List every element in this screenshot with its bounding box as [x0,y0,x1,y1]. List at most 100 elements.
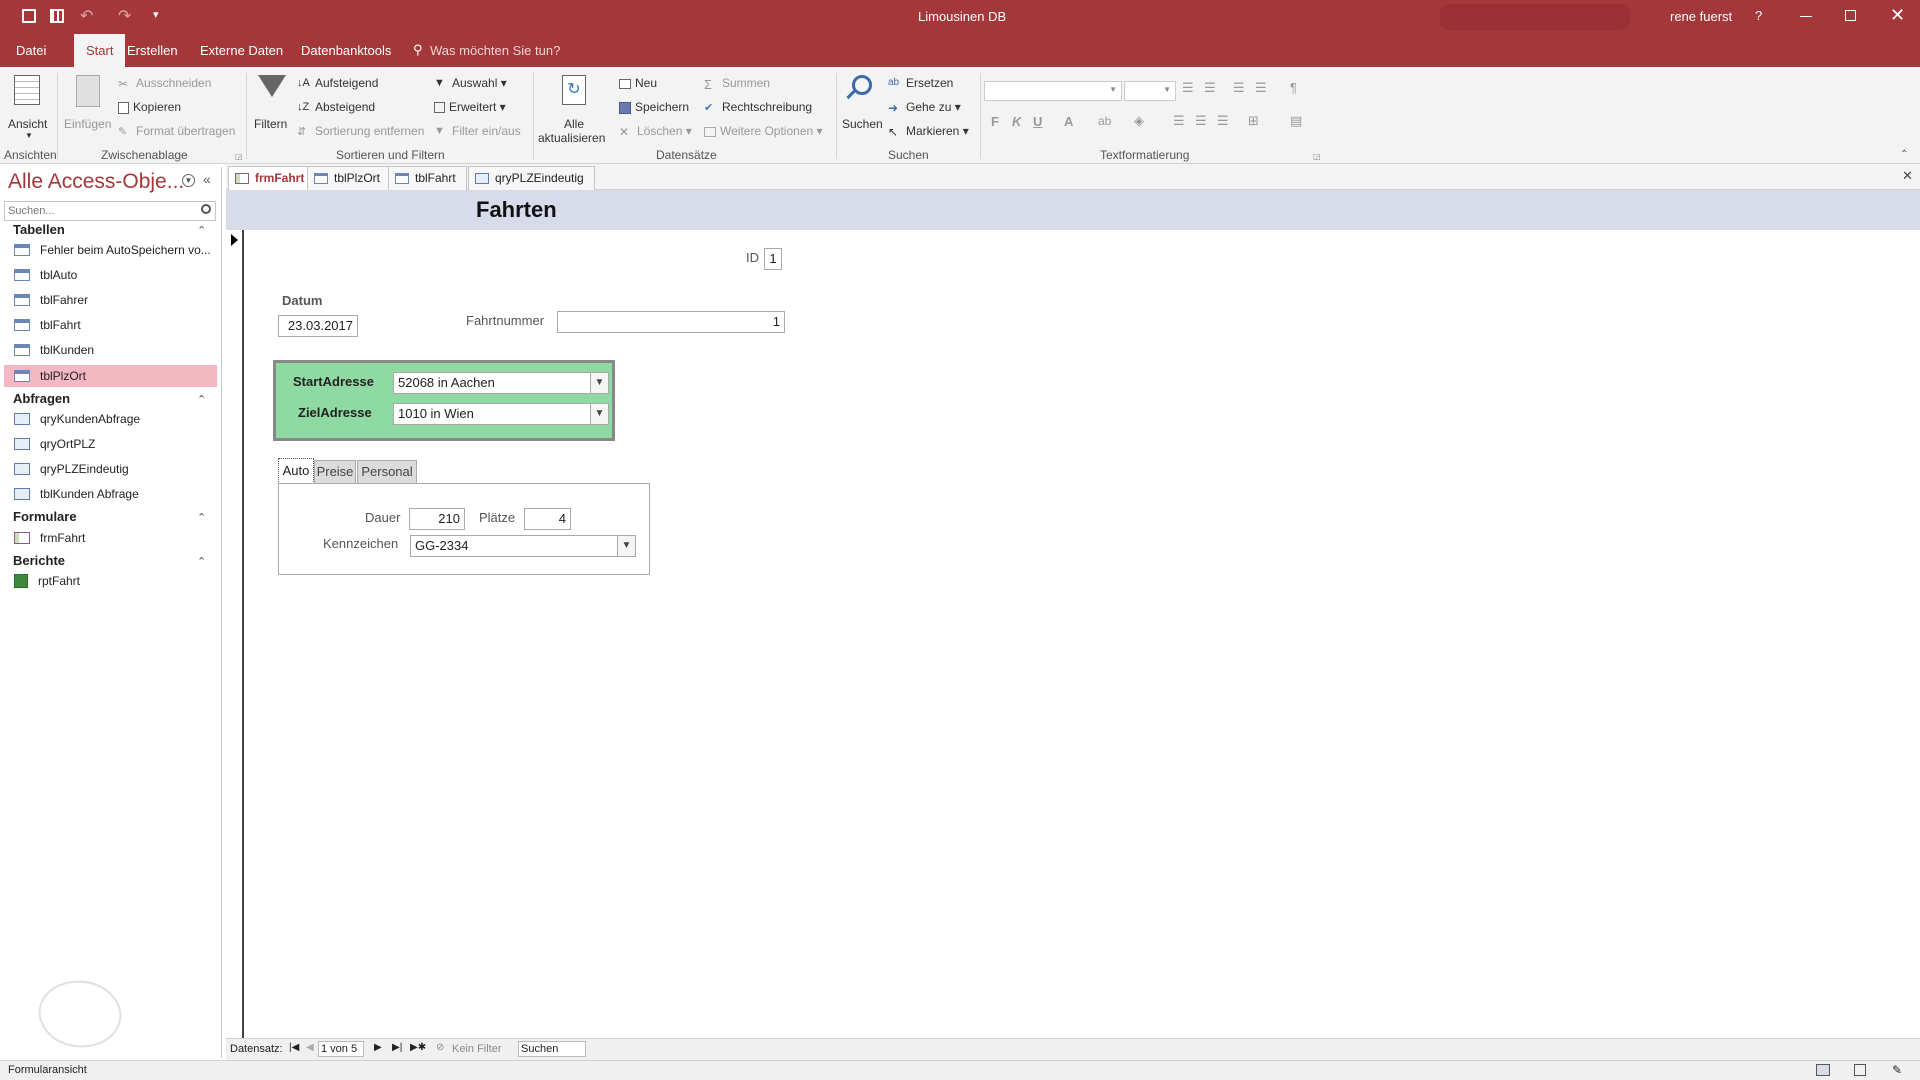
erweitert-button[interactable]: Erweitert ▾ [434,100,506,114]
markieren-button[interactable]: ↖ Markieren ▾ [888,124,969,139]
auswahl-button[interactable]: ▼ Auswahl ▾ [434,76,507,91]
help-icon[interactable]: ? [1755,8,1762,23]
chevron-down-icon[interactable]: ▼ [590,373,608,393]
rechtschreibung-button[interactable]: ✔ Rechtschreibung [704,100,812,115]
nav-item-qryortplz[interactable]: qryOrtPLZ [14,433,95,455]
collapse-ribbon-icon[interactable]: ⌃ [1900,149,1908,160]
doctab-tblplzort[interactable]: tblPlzOrt [307,166,392,190]
doctab-tblfahrt[interactable]: tblFahrt [388,166,467,190]
customize-qat-icon[interactable]: ▾ [153,8,159,21]
next-record-icon[interactable]: ▶ [374,1042,382,1053]
zieladresse-combo[interactable]: 1010 in Wien ▼ [393,403,609,425]
gehe-zu-button[interactable]: ➜ Gehe zu ▾ [888,100,961,115]
grid-icon[interactable] [50,9,64,23]
prev-record-icon[interactable]: ◀ [306,1042,314,1053]
nav-search-box[interactable] [4,201,216,221]
nav-section-berichte[interactable]: Berichte [13,553,65,568]
align-center-icon[interactable]: ☰ [1195,113,1207,129]
collapse-icon[interactable]: ⌃ [197,224,206,237]
form-view-icon[interactable] [1816,1064,1830,1076]
record-position-input[interactable]: 1 von 5 [318,1041,364,1057]
chevron-down-icon[interactable]: ▼ [590,404,608,424]
undo-icon[interactable]: ↶ [80,6,93,26]
tab-preise[interactable]: Preise [314,460,356,484]
doctab-frmfahrt[interactable]: frmFahrt [228,166,316,190]
nav-item-rptfahrt[interactable]: rptFahrt [14,570,80,592]
nav-item-fehler[interactable]: Fehler beim AutoSpeichern vo... [14,239,211,261]
dialog-launcher-icon[interactable]: ◲ [235,152,243,161]
search-icon[interactable] [201,204,211,214]
nav-menu-icon[interactable]: ▼ [182,174,195,187]
nav-item-qryplzeindeutig[interactable]: qryPLZEindeutig [14,458,129,480]
nav-item-tblplzort[interactable]: tblPlzOrt [14,365,86,387]
nav-item-tblauto[interactable]: tblAuto [14,264,77,286]
layout-view-icon[interactable] [1854,1064,1866,1076]
plaetze-field[interactable]: 4 [524,508,571,530]
nav-section-tabellen[interactable]: Tabellen [13,222,65,237]
nav-item-tblkunden-abfrage[interactable]: tblKunden Abfrage [14,483,139,505]
new-record-icon[interactable]: ▶✱ [410,1042,426,1053]
loeschen-button[interactable]: ✕ Löschen ▾ [619,124,692,139]
font-color-button[interactable]: A [1064,114,1073,129]
nav-title[interactable]: Alle Access-Obje... [8,170,184,194]
user-name[interactable]: rene fuerst [1670,9,1732,24]
dialog-launcher-icon[interactable]: ◲ [1313,152,1321,161]
record-search-input[interactable]: Suchen [518,1041,586,1057]
chevron-down-icon[interactable]: ▼ [617,536,635,556]
tell-me-input[interactable]: Was möchten Sie tun? [430,43,560,58]
first-record-icon[interactable]: |◀ [289,1042,299,1053]
alle-aktualisieren-button[interactable]: ↻ Alle aktualisieren [538,73,610,147]
kennzeichen-combo[interactable]: GG-2334 ▼ [410,535,636,557]
filter-ein-aus-button[interactable]: ▼ Filter ein/aus [434,124,521,139]
tab-externe-daten[interactable]: Externe Daten [200,43,283,58]
last-record-icon[interactable]: ▶| [392,1042,402,1053]
tab-datei[interactable]: Datei [16,43,46,58]
restore-icon[interactable] [1845,10,1856,21]
filter-status[interactable]: Kein Filter [452,1043,502,1055]
suchen-button[interactable]: Suchen [840,73,884,143]
weitere-optionen-button[interactable]: Weitere Optionen ▾ [704,124,823,138]
neu-button[interactable]: Neu [619,76,657,90]
gridlines-icon[interactable]: ⊞ [1248,113,1259,129]
alternate-row-icon[interactable]: ▤ [1290,113,1302,129]
align-right-icon[interactable]: ☰ [1217,113,1229,129]
paragraph-icon[interactable]: ¶ [1290,80,1297,95]
search-input[interactable] [5,202,185,220]
redo-icon[interactable]: ↷ [118,6,131,26]
tab-auto[interactable]: Auto [278,458,314,484]
numbering-icon[interactable]: ☰ [1204,80,1216,96]
fill-color-icon[interactable]: ◈ [1134,113,1144,129]
ansicht-button[interactable]: Ansicht ▼ [6,73,50,143]
format-uebertragen-button[interactable]: ✎ Format übertragen [118,124,235,139]
underline-button[interactable]: U [1033,114,1042,129]
highlight-icon[interactable]: ab [1098,114,1111,128]
tab-datenbanktools[interactable]: Datenbanktools [301,43,391,58]
nav-item-tblfahrer[interactable]: tblFahrer [14,289,88,311]
tab-erstellen[interactable]: Erstellen [127,43,178,58]
fahrtnummer-field[interactable]: 1 [557,311,785,333]
sortierung-entfernen-button[interactable]: ⇵ Sortierung entfernen [297,124,424,139]
filtern-button[interactable]: Filtern [252,73,292,143]
startadresse-combo[interactable]: 52068 in Aachen ▼ [393,372,609,394]
nav-item-tblfahrt[interactable]: tblFahrt [14,314,81,336]
kopieren-button[interactable]: Kopieren [118,100,181,114]
record-selector[interactable] [226,230,244,1038]
indent-increase-icon[interactable]: ☰ [1255,80,1267,96]
bullets-icon[interactable]: ☰ [1182,80,1194,96]
collapse-icon[interactable]: ⌃ [197,555,206,568]
summen-button[interactable]: Σ Summen [704,76,770,92]
nav-item-frmfahrt[interactable]: frmFahrt [14,527,85,549]
collapse-icon[interactable]: ⌃ [197,393,206,406]
datum-field[interactable]: 23.03.2017 [278,315,358,337]
ersetzen-button[interactable]: ab Ersetzen [888,76,953,91]
doctab-qryplzeindeutig[interactable]: qryPLZEindeutig [468,166,595,190]
minimize-icon[interactable] [1800,16,1812,17]
font-size-select[interactable]: ▼ [1124,81,1176,101]
absteigend-button[interactable]: ↓Z Absteigend [297,100,375,115]
bold-button[interactable]: F [991,114,999,129]
aufsteigend-button[interactable]: ↓A Aufsteigend [297,76,378,91]
nav-item-tblkunden[interactable]: tblKunden [14,339,94,361]
tab-start[interactable]: Start [74,34,126,67]
close-document-icon[interactable]: ✕ [1902,168,1913,184]
nav-collapse-icon[interactable]: « [203,171,211,187]
